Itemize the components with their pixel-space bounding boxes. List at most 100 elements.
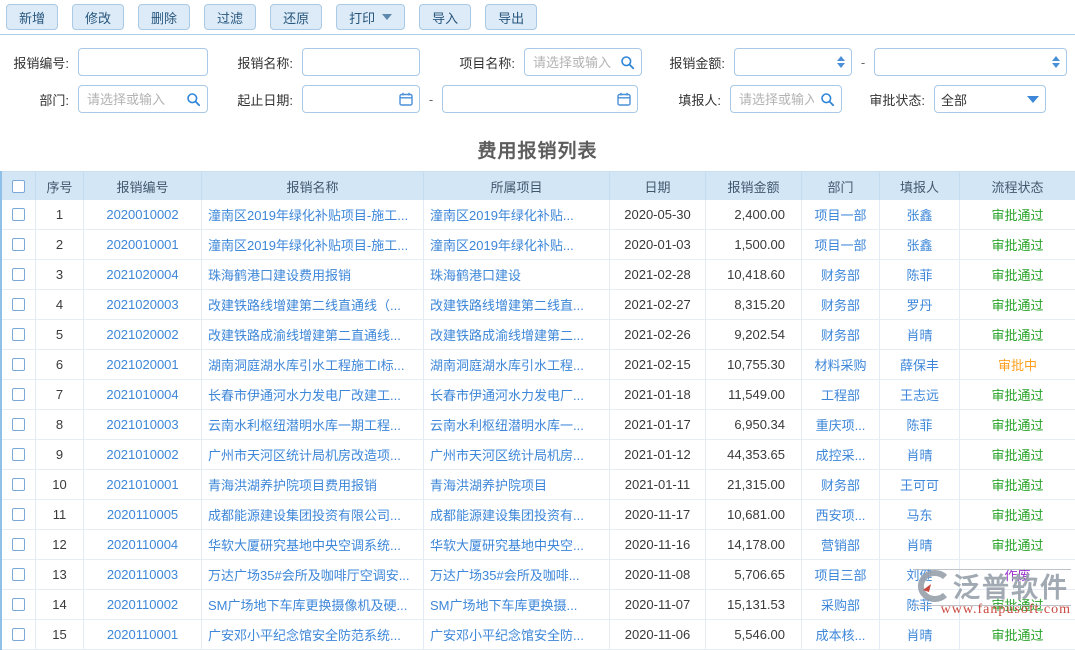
cell-project-link[interactable]: 云南水利枢纽潜明水库一...: [424, 410, 610, 439]
calendar-icon[interactable]: [617, 92, 631, 106]
dept-input[interactable]: [85, 91, 182, 108]
table-row[interactable]: 152020110001广安邓小平纪念馆安全防范系统...广安邓小平纪念馆安全防…: [2, 620, 1075, 650]
cell-reporter-link[interactable]: 肖晴: [880, 620, 960, 649]
cell-dept-link[interactable]: 财务部: [802, 260, 880, 289]
cell-project-link[interactable]: 改建铁路成渝线增建第二...: [424, 320, 610, 349]
search-icon[interactable]: [620, 55, 635, 70]
cell-dept-link[interactable]: 工程部: [802, 380, 880, 409]
reporter-input[interactable]: [737, 91, 816, 108]
cell-project-link[interactable]: 华软大厦研究基地中央空...: [424, 530, 610, 559]
calendar-icon[interactable]: [399, 92, 413, 106]
edit-button[interactable]: 修改: [72, 4, 124, 30]
cell-project-link[interactable]: 万达广场35#会所及咖啡...: [424, 560, 610, 589]
print-dropdown-button[interactable]: 打印: [336, 4, 405, 30]
cell-reporter-link[interactable]: 陈菲: [880, 590, 960, 619]
cell-name-link[interactable]: 万达广场35#会所及咖啡厅空调安...: [202, 560, 424, 589]
cell-dept-link[interactable]: 财务部: [802, 470, 880, 499]
status-select[interactable]: 全部: [934, 85, 1046, 113]
search-icon[interactable]: [820, 92, 835, 107]
cell-name-link[interactable]: 改建铁路线增建第二线直通线（...: [202, 290, 424, 319]
cell-project-link[interactable]: 潼南区2019年绿化补贴...: [424, 230, 610, 259]
table-row[interactable]: 72021010004长春市伊通河水力发电厂改建工...长春市伊通河水力发电厂.…: [2, 380, 1075, 410]
cell-name-link[interactable]: 珠海鹤港口建设费用报销: [202, 260, 424, 289]
cell-code-link[interactable]: 2021010003: [84, 410, 202, 439]
row-checkbox[interactable]: [12, 598, 25, 611]
search-icon[interactable]: [186, 92, 201, 107]
cell-reporter-link[interactable]: 肖晴: [880, 320, 960, 349]
row-checkbox[interactable]: [12, 358, 25, 371]
cell-name-link[interactable]: 广安邓小平纪念馆安全防范系统...: [202, 620, 424, 649]
cell-reporter-link[interactable]: 王志远: [880, 380, 960, 409]
row-checkbox[interactable]: [12, 208, 25, 221]
cell-name-link[interactable]: 改建铁路成渝线增建第二直通线...: [202, 320, 424, 349]
table-row[interactable]: 142020110002SM广场地下车库更换摄像机及硬...SM广场地下车库更换…: [2, 590, 1075, 620]
reimburse-no-input[interactable]: [85, 54, 201, 71]
cell-reporter-link[interactable]: 陈菲: [880, 410, 960, 439]
cell-dept-link[interactable]: 营销部: [802, 530, 880, 559]
cell-name-link[interactable]: 青海洪湖养护院项目费用报销: [202, 470, 424, 499]
cell-dept-link[interactable]: 财务部: [802, 290, 880, 319]
table-row[interactable]: 32021020004珠海鹤港口建设费用报销珠海鹤港口建设2021-02-281…: [2, 260, 1075, 290]
cell-code-link[interactable]: 2020110002: [84, 590, 202, 619]
cell-dept-link[interactable]: 项目三部: [802, 560, 880, 589]
cell-reporter-link[interactable]: 王可可: [880, 470, 960, 499]
cell-project-link[interactable]: 青海洪湖养护院项目: [424, 470, 610, 499]
table-row[interactable]: 42021020003改建铁路线增建第二线直通线（...改建铁路线增建第二线直.…: [2, 290, 1075, 320]
cell-code-link[interactable]: 2020110004: [84, 530, 202, 559]
cell-dept-link[interactable]: 重庆项...: [802, 410, 880, 439]
cell-dept-link[interactable]: 西安项...: [802, 500, 880, 529]
cell-reporter-link[interactable]: 张鑫: [880, 200, 960, 229]
cell-project-link[interactable]: 珠海鹤港口建设: [424, 260, 610, 289]
cell-name-link[interactable]: 成都能源建设集团投资有限公司...: [202, 500, 424, 529]
row-checkbox[interactable]: [12, 628, 25, 641]
cell-code-link[interactable]: 2021010004: [84, 380, 202, 409]
reimburse-name-input[interactable]: [309, 54, 413, 71]
cell-code-link[interactable]: 2020010002: [84, 200, 202, 229]
cell-code-link[interactable]: 2021020004: [84, 260, 202, 289]
cell-code-link[interactable]: 2020110003: [84, 560, 202, 589]
select-all-checkbox[interactable]: [12, 180, 25, 193]
add-button[interactable]: 新增: [6, 4, 58, 30]
cell-code-link[interactable]: 2021020003: [84, 290, 202, 319]
table-row[interactable]: 62021020001湖南洞庭湖水库引水工程施工I标...湖南洞庭湖水库引水工程…: [2, 350, 1075, 380]
cell-name-link[interactable]: 潼南区2019年绿化补贴项目-施工...: [202, 230, 424, 259]
cell-code-link[interactable]: 2020010001: [84, 230, 202, 259]
cell-dept-link[interactable]: 项目一部: [802, 200, 880, 229]
cell-project-link[interactable]: 广安邓小平纪念馆安全防...: [424, 620, 610, 649]
cell-dept-link[interactable]: 项目一部: [802, 230, 880, 259]
date-from-input[interactable]: [309, 91, 395, 108]
table-row[interactable]: 112020110005成都能源建设集团投资有限公司...成都能源建设集团投资有…: [2, 500, 1075, 530]
table-row[interactable]: 52021020002改建铁路成渝线增建第二直通线...改建铁路成渝线增建第二.…: [2, 320, 1075, 350]
cell-name-link[interactable]: 广州市天河区统计局机房改造项...: [202, 440, 424, 469]
cell-dept-link[interactable]: 材料采购: [802, 350, 880, 379]
cell-name-link[interactable]: 云南水利枢纽潜明水库一期工程...: [202, 410, 424, 439]
cell-project-link[interactable]: 广州市天河区统计局机房...: [424, 440, 610, 469]
delete-button[interactable]: 删除: [138, 4, 190, 30]
cell-code-link[interactable]: 2021020001: [84, 350, 202, 379]
cell-reporter-link[interactable]: 刘健: [880, 560, 960, 589]
cell-name-link[interactable]: 湖南洞庭湖水库引水工程施工I标...: [202, 350, 424, 379]
table-row[interactable]: 102021010001青海洪湖养护院项目费用报销青海洪湖养护院项目2021-0…: [2, 470, 1075, 500]
cell-reporter-link[interactable]: 陈菲: [880, 260, 960, 289]
cell-name-link[interactable]: SM广场地下车库更换摄像机及硬...: [202, 590, 424, 619]
cell-code-link[interactable]: 2020110005: [84, 500, 202, 529]
filter-button[interactable]: 过滤: [204, 4, 256, 30]
cell-code-link[interactable]: 2021010002: [84, 440, 202, 469]
cell-project-link[interactable]: 改建铁路线增建第二线直...: [424, 290, 610, 319]
cell-reporter-link[interactable]: 薛保丰: [880, 350, 960, 379]
row-checkbox[interactable]: [12, 448, 25, 461]
row-checkbox[interactable]: [12, 238, 25, 251]
amount-to-input[interactable]: [881, 54, 1048, 71]
cell-reporter-link[interactable]: 马东: [880, 500, 960, 529]
row-checkbox[interactable]: [12, 298, 25, 311]
amount-from-input[interactable]: [741, 54, 833, 71]
cell-dept-link[interactable]: 财务部: [802, 320, 880, 349]
table-row[interactable]: 122020110004华软大厦研究基地中央空调系统...华软大厦研究基地中央空…: [2, 530, 1075, 560]
date-to-input[interactable]: [449, 91, 613, 108]
table-row[interactable]: 22020010001潼南区2019年绿化补贴项目-施工...潼南区2019年绿…: [2, 230, 1075, 260]
cell-dept-link[interactable]: 采购部: [802, 590, 880, 619]
amount-to-stepper[interactable]: [1048, 56, 1060, 68]
table-row[interactable]: 92021010002广州市天河区统计局机房改造项...广州市天河区统计局机房.…: [2, 440, 1075, 470]
row-checkbox[interactable]: [12, 328, 25, 341]
cell-reporter-link[interactable]: 张鑫: [880, 230, 960, 259]
